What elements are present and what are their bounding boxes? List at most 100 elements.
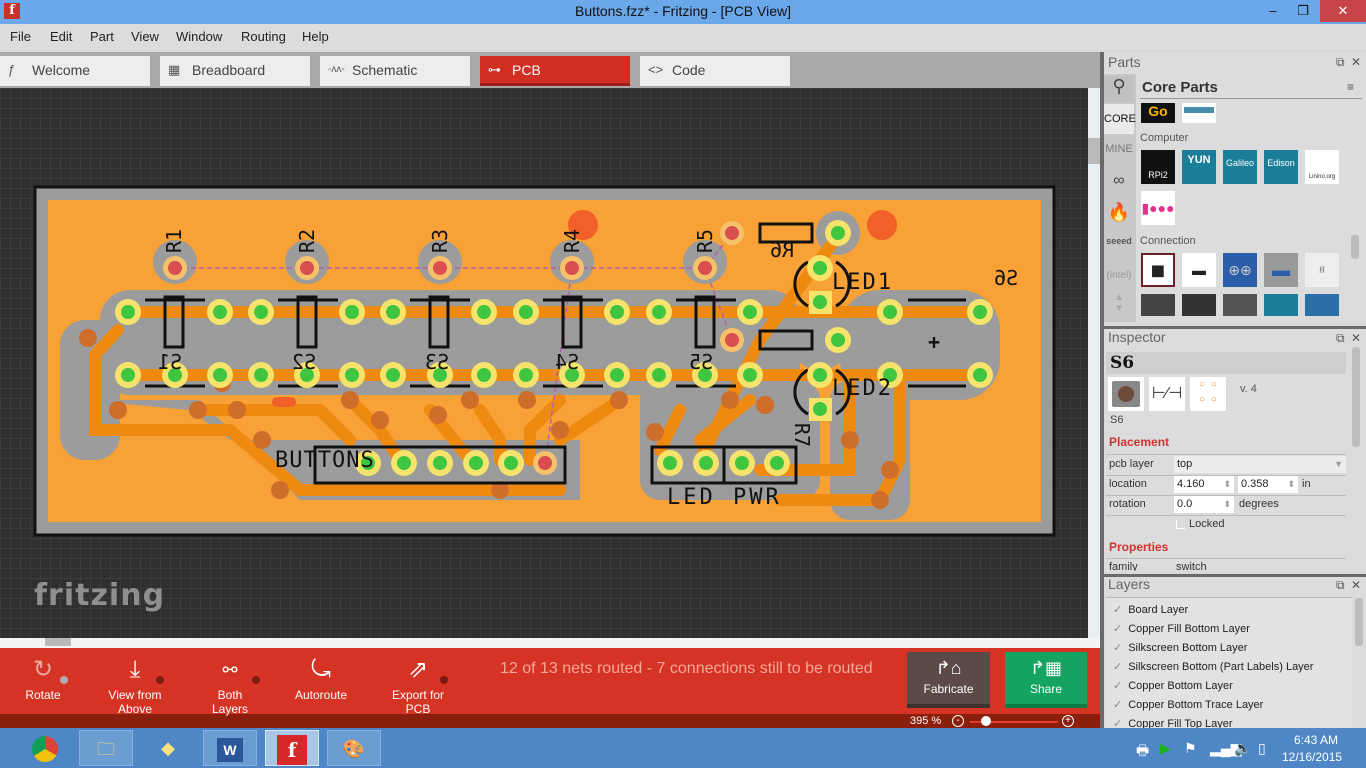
part-header[interactable]: ▬ xyxy=(1182,253,1216,287)
part-screw-terminal[interactable]: ⊕⊕ xyxy=(1223,253,1257,287)
layers-close-icon[interactable]: ✕ xyxy=(1351,578,1361,592)
check-icon[interactable]: ✓ xyxy=(1113,642,1122,654)
layers-scrollbar[interactable] xyxy=(1355,598,1363,646)
check-icon[interactable]: ✓ xyxy=(1113,699,1122,711)
part-linino[interactable]: Linino.org xyxy=(1305,150,1339,184)
tab-code[interactable]: <> Code xyxy=(640,56,790,86)
paint-taskbar-button[interactable]: 🎨 xyxy=(327,730,381,766)
menu-view[interactable]: View xyxy=(131,29,159,44)
tab-pcb[interactable]: ⊶ PCB xyxy=(480,56,630,86)
bin-mine[interactable]: MINE xyxy=(1104,143,1134,155)
part-dsub[interactable]: ▬ xyxy=(1264,253,1298,287)
tab-breadboard[interactable]: ▦ Breadboard xyxy=(160,56,310,86)
routing-status[interactable]: 12 of 13 nets routed - 7 connections sti… xyxy=(500,660,873,678)
parts-scrollbar[interactable] xyxy=(1351,235,1359,259)
rotation-input[interactable]: 0.0 ⬍ xyxy=(1174,496,1234,513)
minimize-button[interactable]: – xyxy=(1258,0,1288,22)
play-tray-icon[interactable]: ▶ xyxy=(1160,740,1171,757)
inspector-float-icon[interactable]: ⧉ xyxy=(1336,331,1345,346)
part-socket[interactable] xyxy=(1223,294,1257,316)
part-pink-board[interactable]: ▮●●● xyxy=(1141,191,1175,225)
printer-tray-icon[interactable]: 🖶 xyxy=(1136,740,1149,764)
rotate-dropdown-icon[interactable] xyxy=(60,676,68,684)
clock-date[interactable]: 12/16/2015 xyxy=(1282,750,1342,764)
chrome-taskbar-button[interactable] xyxy=(18,730,72,766)
check-icon[interactable]: ✓ xyxy=(1113,680,1122,692)
part-shield[interactable] xyxy=(1264,294,1298,316)
parts-float-icon[interactable]: ⧉ xyxy=(1336,55,1345,70)
parts-close-icon[interactable]: ✕ xyxy=(1351,55,1361,69)
layer-item-silkscreen-bottom-labels[interactable]: ✓ Silkscreen Bottom (Part Labels) Layer xyxy=(1113,660,1313,673)
layers-float-icon[interactable]: ⧉ xyxy=(1336,578,1345,593)
volume-icon[interactable]: 🔈 xyxy=(1234,740,1251,757)
layer-item-board[interactable]: ✓ Board Layer xyxy=(1113,603,1188,616)
intel-bin-icon[interactable]: (intel) xyxy=(1104,270,1134,281)
location-y-input[interactable]: 0.358 ⬍ xyxy=(1238,476,1298,493)
zoom-in-button[interactable]: + xyxy=(1062,715,1074,727)
pcb-layer-select[interactable]: top ▼ xyxy=(1174,456,1346,473)
location-x-input[interactable]: 4.160 ⬍ xyxy=(1174,476,1234,493)
both-layers-button[interactable]: ⚯ Both Layers xyxy=(198,652,262,716)
part-arduino[interactable] xyxy=(1305,294,1339,316)
check-icon[interactable]: ✓ xyxy=(1113,661,1122,673)
properties-header[interactable]: Properties xyxy=(1109,540,1168,554)
spinner-icon[interactable]: ⬍ xyxy=(1223,476,1231,493)
sparkfun-bin-icon[interactable]: 🔥 xyxy=(1104,202,1134,223)
fritzing-taskbar-button[interactable]: f xyxy=(265,730,319,766)
zoom-out-button[interactable]: - xyxy=(952,715,964,727)
autoroute-button[interactable]: ⤿ Autoroute xyxy=(293,652,349,702)
part-din[interactable] xyxy=(1141,294,1175,316)
inspector-close-icon[interactable]: ✕ xyxy=(1351,331,1361,345)
check-icon[interactable]: ✓ xyxy=(1113,604,1122,616)
arduino-bin-icon[interactable]: ∞ xyxy=(1104,172,1134,190)
view-from-above-button[interactable]: ⤓ View from Above xyxy=(92,652,178,716)
part-galileo[interactable]: Galileo xyxy=(1223,150,1257,184)
part-connector-pad[interactable]: ◼ xyxy=(1141,253,1175,287)
part-yun[interactable]: YUN xyxy=(1182,150,1216,184)
placement-header[interactable]: Placement xyxy=(1109,435,1169,449)
menu-file[interactable]: File xyxy=(10,29,31,44)
part-rpi2[interactable]: RPi2 xyxy=(1141,150,1175,184)
close-button[interactable]: ✕ xyxy=(1320,0,1366,22)
inspector-scrollbar[interactable] xyxy=(1352,347,1360,447)
view-dropdown-icon[interactable] xyxy=(156,676,164,684)
restore-button[interactable]: ❐ xyxy=(1288,0,1318,22)
clock-time[interactable]: 6:43 AM xyxy=(1294,733,1338,747)
spinner-icon[interactable]: ⬍ xyxy=(1223,496,1231,513)
layer-item-silkscreen-bottom[interactable]: ✓ Silkscreen Bottom Layer xyxy=(1113,641,1247,654)
share-button[interactable]: ↱▦ Share xyxy=(1005,652,1087,708)
layer-item-copper-bottom-trace[interactable]: ✓ Copper Bottom Trace Layer xyxy=(1113,698,1263,711)
canvas-horizontal-scrollbar[interactable] xyxy=(0,638,1100,648)
bin-menu-icon[interactable]: ≡ xyxy=(1347,80,1354,94)
tab-schematic[interactable]: -ʌʌ- Schematic xyxy=(320,56,470,86)
spinner-icon[interactable]: ⬍ xyxy=(1287,476,1295,493)
seeed-bin-icon[interactable]: seeed xyxy=(1104,236,1134,246)
tab-welcome[interactable]: ƒ Welcome xyxy=(0,56,150,86)
bin-core[interactable]: CORE xyxy=(1104,104,1136,134)
zoom-slider-thumb[interactable] xyxy=(981,716,991,726)
pcb-canvas[interactable]: R1 R2 R3 R4 R5 S1 S2 S3 S4 S5 R6 LED1 LE… xyxy=(0,88,1088,638)
canvas-vertical-scroll-thumb[interactable] xyxy=(1088,138,1100,164)
check-icon[interactable]: ✓ xyxy=(1113,623,1122,635)
export-dropdown-icon[interactable] xyxy=(440,676,448,684)
layer-item-copper-fill-bottom[interactable]: ✓ Copper Fill Bottom Layer xyxy=(1113,622,1250,635)
export-for-pcb-button[interactable]: ⇗ Export for PCB xyxy=(380,652,456,716)
part-edison[interactable]: Edison xyxy=(1264,150,1298,184)
part-jack[interactable] xyxy=(1182,294,1216,316)
layers-dropdown-icon[interactable] xyxy=(252,676,260,684)
action-center-flag-icon[interactable]: ⚑ xyxy=(1184,740,1197,757)
parts-search-icon[interactable]: ⚲ xyxy=(1104,76,1134,102)
word-taskbar-button[interactable]: W xyxy=(203,730,257,766)
layer-item-copper-fill-top[interactable]: ✓ Copper Fill Top Layer xyxy=(1113,717,1233,728)
check-icon[interactable]: ✓ xyxy=(1113,718,1122,728)
menu-window[interactable]: Window xyxy=(176,29,222,44)
inspector-part-title[interactable]: S6 xyxy=(1110,353,1134,373)
part-board[interactable] xyxy=(1182,103,1216,123)
layer-item-copper-bottom[interactable]: ✓ Copper Bottom Layer xyxy=(1113,679,1233,692)
sticky-notes-taskbar-button[interactable]: ◆ xyxy=(141,730,195,766)
battery-icon[interactable]: ▯ xyxy=(1258,740,1266,757)
menu-routing[interactable]: Routing xyxy=(241,29,286,44)
menu-edit[interactable]: Edit xyxy=(50,29,72,44)
canvas-vertical-scrollbar[interactable] xyxy=(1088,88,1100,638)
part-gogo[interactable]: Go xyxy=(1141,103,1175,123)
